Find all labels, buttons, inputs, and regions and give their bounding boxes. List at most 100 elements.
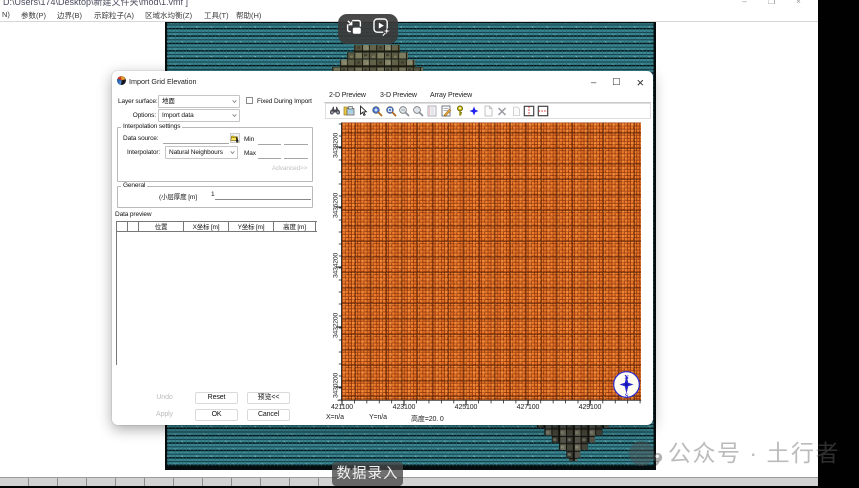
zoom-out-icon[interactable]	[398, 105, 410, 117]
fixed-during-import-label: Fixed During Import	[257, 98, 312, 105]
interpolator-label: Interpolator:	[127, 149, 161, 156]
max-field-2[interactable]	[284, 149, 308, 159]
dialog-minimize-button[interactable]: –	[591, 77, 596, 88]
options-dropdown[interactable]: Import data	[158, 109, 240, 122]
min-field-2[interactable]	[284, 135, 308, 145]
dialog-close-button[interactable]: ×	[637, 76, 645, 89]
data-preview-label: Data preview	[115, 211, 152, 218]
data-preview-table[interactable]: 位置 X坐标 [m] Y坐标 [m] 高度 [m]	[116, 221, 317, 365]
select-cursor-icon[interactable]	[357, 105, 369, 117]
menu-item-parameters[interactable]: 参数(P)	[21, 10, 46, 21]
video-overlay-toolbar	[338, 14, 398, 44]
data-source-field[interactable]	[163, 134, 229, 144]
x-tick-label: 429100	[578, 404, 602, 411]
play-icon-svg	[373, 18, 390, 36]
picture-in-picture-icon[interactable]	[345, 18, 363, 41]
menu-item-boundary[interactable]: 边界(B)	[57, 10, 82, 21]
max-field-1[interactable]	[258, 149, 281, 159]
layer-thickness-label: (小层厚度 [m]	[159, 194, 197, 201]
import-grid-elevation-dialog: Import Grid Elevation – ☐ × Layer surfac…	[112, 71, 653, 425]
y-tick-label: 3436200	[332, 192, 340, 219]
tab-3d-preview[interactable]: 3-D Preview	[380, 92, 417, 99]
play-video-icon[interactable]	[372, 17, 391, 41]
table-header-x: X坐标 [m]	[184, 222, 229, 231]
max-label: Max	[244, 150, 256, 157]
status-y-coordinate: Y=n/a	[369, 414, 387, 421]
screen: D:\Users\174\Desktop\新建文件夹\mod\1.vmf ] –…	[0, 0, 859, 488]
x-tick-label: 425100	[454, 404, 478, 411]
undo-button[interactable]: Undo	[143, 392, 186, 404]
options-label: Options:	[132, 112, 156, 119]
x-tick-label: 421100	[330, 404, 354, 411]
min-field-1[interactable]	[258, 135, 281, 145]
table-header-elevation: 高度 [m]	[274, 222, 316, 231]
north-arrow-icon[interactable]	[468, 105, 480, 117]
table-header-row: 位置 X坐标 [m] Y坐标 [m] 高度 [m]	[117, 221, 317, 232]
x-tick-label: 427100	[516, 404, 540, 411]
ok-button[interactable]: OK	[195, 409, 238, 421]
key-icon[interactable]	[454, 105, 466, 117]
window-minimize-button[interactable]: –	[739, 0, 750, 7]
export-image-icon[interactable]	[343, 105, 355, 117]
advanced-link[interactable]: Advanced>>	[272, 165, 307, 172]
dialog-title: Import Grid Elevation	[129, 77, 197, 86]
zoom-in-icon[interactable]	[371, 105, 383, 117]
menu-item-particles[interactable]: 示踪粒子(A)	[94, 10, 134, 21]
dialog-window-controls: – ☐ ×	[591, 76, 645, 89]
interpolation-settings-label: Interpolation settings	[121, 123, 183, 130]
table-header-y: Y坐标 [m]	[229, 222, 274, 231]
menu-item-cut[interactable]: N)	[2, 10, 10, 19]
blank-page-icon[interactable]	[510, 105, 522, 117]
fixed-during-import-checkbox[interactable]	[246, 97, 253, 104]
delete-icon[interactable]	[496, 105, 508, 117]
y-tick-label: 3438200	[332, 132, 340, 159]
menu-bar: N) 参数(P) 边界(B) 示踪粒子(A) 区域水均衡(Z) 工具(T) 帮助…	[0, 7, 818, 21]
window-close-button[interactable]: ×	[793, 0, 804, 7]
letterbox-right	[818, 0, 859, 488]
layer-surface-label: Layer surface:	[118, 98, 158, 105]
min-label: Min	[244, 136, 255, 143]
layer-thickness-field[interactable]	[215, 191, 311, 200]
menu-item-tools[interactable]: 工具(T)	[204, 10, 229, 21]
preview-toggle-button[interactable]: 预览<<	[247, 392, 290, 404]
cancel-button[interactable]: Cancel	[247, 409, 290, 421]
tab-array-preview[interactable]: Array Preview	[430, 92, 472, 99]
insert-row-icon[interactable]	[537, 105, 549, 117]
watermark: 公众号 · 土行者	[629, 440, 840, 473]
edit-document-icon[interactable]	[440, 105, 452, 117]
reset-button[interactable]: Reset	[195, 392, 238, 404]
data-source-browse-button[interactable]	[230, 133, 240, 146]
caption-badge: 数据录入	[332, 462, 403, 486]
report-icon[interactable]	[426, 105, 438, 117]
general-group-label: General	[121, 182, 148, 189]
new-page-icon[interactable]	[482, 105, 494, 117]
table-header-index	[128, 222, 139, 231]
pip-icon-svg	[346, 19, 362, 34]
dialog-app-icon	[117, 76, 126, 85]
table-header-location: 位置	[139, 222, 184, 231]
window-restore-button[interactable]: ❐	[766, 0, 777, 7]
insert-column-icon[interactable]	[523, 105, 535, 117]
y-tick-label: 3434200	[332, 252, 340, 279]
browse-folder-icon	[230, 133, 240, 143]
y-tick-label: 3432200	[332, 312, 340, 339]
menu-item-water-balance[interactable]: 区域水均衡(Z)	[145, 10, 192, 21]
app-status-bar	[0, 477, 818, 487]
status-x-coordinate: X=n/a	[326, 414, 344, 421]
tab-2d-preview[interactable]: 2-D Preview	[329, 92, 366, 99]
interpolator-dropdown[interactable]: Natural Neighbours	[165, 146, 238, 159]
table-header-rowmark	[117, 222, 128, 231]
menu-item-help[interactable]: 帮助(H)	[236, 10, 261, 21]
wechat-bubble-icon	[629, 440, 663, 473]
status-elevation: 高度=20. 0	[411, 416, 444, 423]
zoom-window-icon[interactable]	[385, 105, 397, 117]
zoom-extents-icon[interactable]	[412, 105, 424, 117]
apply-button[interactable]: Apply	[143, 409, 186, 421]
y-tick-label: 3430200	[332, 372, 340, 399]
layer-surface-dropdown[interactable]: 地面	[158, 95, 240, 108]
dialog-maximize-button[interactable]: ☐	[612, 77, 621, 88]
binoculars-icon[interactable]	[329, 105, 341, 117]
x-tick-label: 423100	[392, 404, 416, 411]
grid-2d-preview-plot[interactable]: N S	[324, 117, 654, 414]
data-source-label: Data source:	[123, 135, 159, 142]
